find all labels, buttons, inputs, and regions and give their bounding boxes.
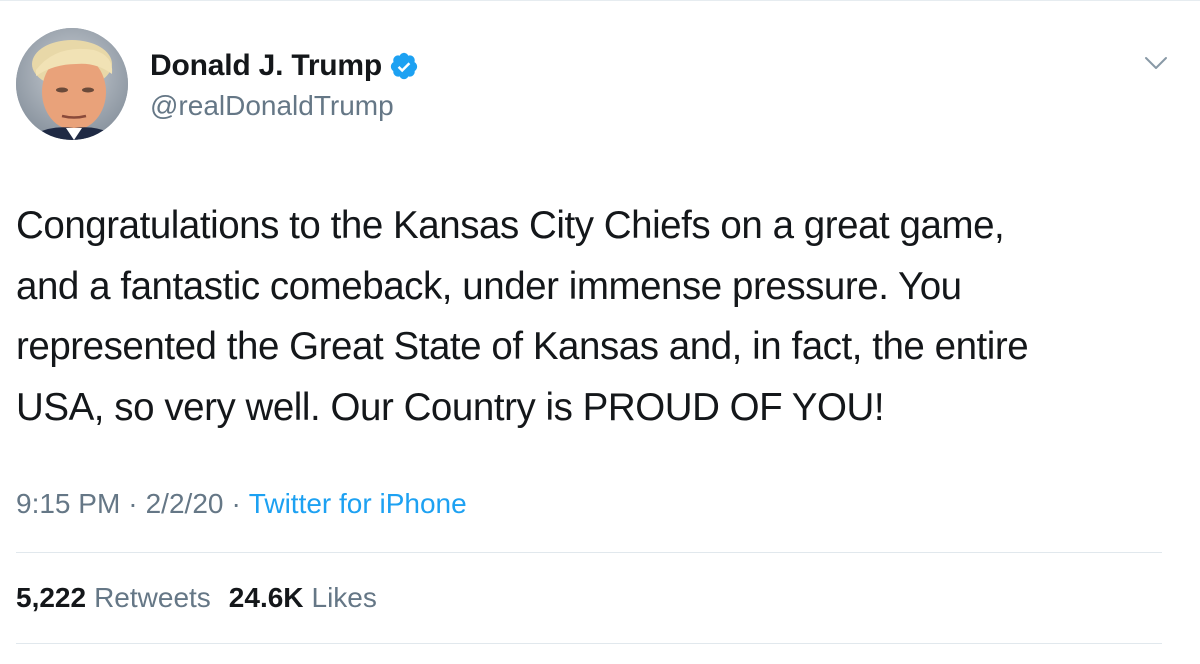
divider [16,643,1162,644]
top-divider [0,0,1200,1]
tweet-stats: 5,222 Retweets 24.6K Likes [16,578,377,618]
retweets-label: Retweets [94,582,211,613]
retweets-stat[interactable]: 5,222 Retweets [16,582,211,614]
avatar-photo [16,28,128,140]
tweet-time[interactable]: 9:15 PM [16,488,120,520]
tweet-text-line: and a fantastic comeback, under immense … [16,264,962,308]
tweet-card: Donald J. Trump @realDonaldTrump Congrat… [0,0,1200,664]
likes-stat[interactable]: 24.6K Likes [229,582,377,614]
tweet-date[interactable]: 2/2/20 [146,488,224,520]
tweet-text-line: Congratulations to the Kansas City Chief… [16,204,1005,247]
chevron-down-icon[interactable] [1144,54,1168,72]
avatar[interactable] [16,28,128,140]
tweet-text: Congratulations to the Kansas City Chief… [16,196,1156,438]
author-handle[interactable]: @realDonaldTrump [150,90,394,122]
likes-count: 24.6K [228,582,304,613]
retweets-count: 5,222 [16,582,87,613]
tweet-meta: 9:15 PM · 2/2/20 · Twitter for iPhone [16,484,467,524]
author-name-row[interactable]: Donald J. Trump [150,46,419,86]
tweet-source-link[interactable]: Twitter for iPhone [249,488,467,520]
divider [16,552,1162,553]
verified-badge-icon [389,51,419,81]
likes-label: Likes [311,582,377,613]
display-name[interactable]: Donald J. Trump [150,49,382,83]
tweet-text-line: represented the Great State of Kansas an… [16,325,1029,368]
meta-separator: · [231,488,241,519]
tweet-text-line: USA, so very well. Our Country is PROUD … [16,385,885,429]
meta-separator: · [128,488,138,519]
